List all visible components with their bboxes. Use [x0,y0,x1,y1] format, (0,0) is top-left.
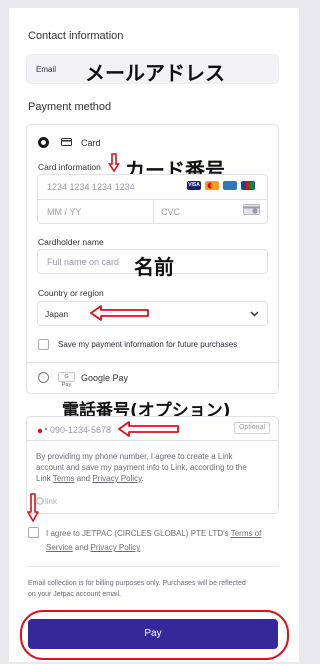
card-radio[interactable] [38,137,49,148]
payment-divider [27,362,278,363]
billing-note-line2: on your Jetpac account email. [28,591,121,598]
agreement-line1: I agree to JETPAC (CIRCLES GLOBAL) PTE L… [46,528,261,539]
agreement-and: and [72,543,91,552]
terms-agreement-checkbox[interactable] [28,527,39,538]
link-terms-link[interactable]: Terms [53,474,75,483]
phone-input[interactable]: 090-1234-5678 [50,425,111,435]
agreement-prefix: I agree to JETPAC (CIRCLES GLOBAL) PTE L… [46,529,231,538]
link-terms-line3: Link Terms and Privacy Policy. [36,473,144,484]
amex-icon [223,181,237,190]
link-terms-and: and [74,474,93,483]
country-label: Country or region [38,288,104,298]
link-terms-line1: By providing my phone number, I agree to… [36,452,233,461]
link-terms-prefix: Link [36,474,53,483]
cardholder-placeholder: Full name on card [47,257,120,267]
link-divider [26,440,279,441]
link-logo-text: link [45,497,58,506]
link-terms-line2: account and save my payment info to Link… [36,463,247,472]
cardholder-label: Cardholder name [38,237,104,247]
google-pay-icon: G Pay [58,372,75,388]
cvc-card-icon [243,204,260,215]
left-arrow-icon [118,421,179,437]
japan-flag-icon [36,426,48,434]
mastercard-icon [205,181,219,190]
agreement-privacy-link[interactable]: Privacy Policy [90,543,140,552]
down-arrow-icon [108,153,120,173]
down-arrow-icon [27,493,39,522]
cardholder-annotation: 名前 [134,255,174,279]
country-value: Japan [45,309,69,319]
cvc-input[interactable]: CVC [161,207,180,217]
card-fields-divider-vertical [153,199,154,224]
link-terms-end: . [141,474,144,483]
card-number-input[interactable]: 1234 1234 1234 1234 [47,182,135,192]
visa-icon: VISA [187,181,201,190]
save-info-label[interactable]: Save my payment information for future p… [58,339,237,350]
link-privacy-link[interactable]: Privacy Policy [92,474,141,483]
google-pay-label[interactable]: Google Pay [81,373,128,383]
country-select[interactable] [37,301,268,326]
payment-section-title: Payment method [28,101,112,113]
card-icon [61,138,72,146]
contact-section-title: Contact information [28,30,124,42]
card-info-label: Card information [38,162,101,172]
agreement-terms-link[interactable]: Terms of [231,529,262,538]
card-option-label[interactable]: Card [81,138,101,148]
optional-badge: Optional [234,422,270,434]
agreement-line2: Service and Privacy Policy [46,542,140,553]
left-arrow-icon [90,305,149,321]
google-pay-radio[interactable] [38,372,49,383]
save-info-checkbox[interactable] [38,339,49,350]
expiry-input[interactable]: MM / YY [47,207,81,217]
chevron-down-icon [250,311,259,317]
card-brand-icons: VISA [187,181,263,191]
billing-note-line1: Email collection is for billing purposes… [28,580,246,587]
agreement-service-link[interactable]: Service [46,543,73,552]
jcb-icon [241,181,255,190]
pay-highlight-ellipse [20,610,289,660]
footer-divider [27,566,279,567]
email-label: Email [36,65,57,74]
email-annotation: メールアドレス [85,61,225,85]
